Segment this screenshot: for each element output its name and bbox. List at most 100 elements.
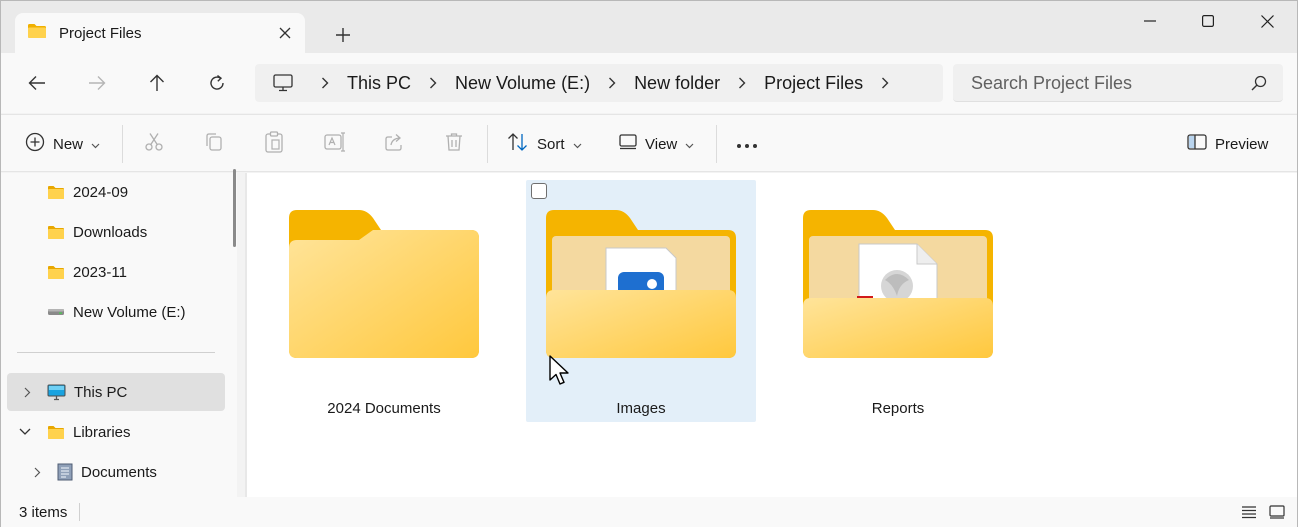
more-options-icon bbox=[736, 136, 758, 153]
new-button[interactable]: New bbox=[25, 129, 100, 159]
sort-button[interactable]: Sort bbox=[507, 129, 582, 159]
title-bar: Project Files bbox=[1, 1, 1297, 53]
computer-icon[interactable] bbox=[273, 74, 293, 92]
address-bar[interactable]: This PC New Volume (E:) New folder Proje… bbox=[255, 64, 943, 102]
folder-item-2024-documents[interactable]: 2024 Documents bbox=[269, 180, 499, 422]
folder-icon bbox=[47, 425, 65, 440]
share-button[interactable] bbox=[384, 129, 404, 159]
folder-icon bbox=[47, 265, 65, 280]
copy-icon bbox=[204, 132, 224, 156]
chevron-right-icon[interactable] bbox=[863, 77, 907, 89]
preview-button-label: Preview bbox=[1215, 135, 1269, 153]
navigation-pane: 2024-09 Downloads 2023-11 New Volume (E:… bbox=[1, 173, 237, 497]
new-tab-button[interactable] bbox=[329, 21, 357, 49]
delete-icon bbox=[444, 132, 464, 156]
search-icon[interactable] bbox=[1251, 75, 1267, 96]
tab-label: Project Files bbox=[59, 24, 142, 42]
tab-close-icon[interactable] bbox=[273, 21, 297, 45]
folder-icon bbox=[47, 225, 65, 240]
toolbar-divider bbox=[122, 125, 123, 163]
toolbar-divider bbox=[487, 125, 488, 163]
chevron-right-icon[interactable] bbox=[590, 77, 634, 89]
sort-button-label: Sort bbox=[537, 135, 565, 153]
rename-button[interactable] bbox=[324, 129, 346, 159]
preview-pane-icon bbox=[1187, 134, 1207, 154]
tab-project-files[interactable]: Project Files bbox=[15, 13, 305, 53]
cut-icon bbox=[144, 132, 164, 156]
folder-name: Images bbox=[616, 400, 666, 417]
up-arrow-icon[interactable] bbox=[141, 67, 173, 99]
sidebar-item-documents[interactable]: Documents bbox=[7, 453, 225, 491]
copy-button[interactable] bbox=[204, 129, 224, 159]
search-box[interactable] bbox=[953, 64, 1283, 102]
refresh-icon[interactable] bbox=[201, 67, 233, 99]
monitor-icon bbox=[47, 384, 66, 401]
sidebar-item-downloads[interactable]: Downloads bbox=[7, 213, 225, 251]
sidebar-item-label: Libraries bbox=[73, 423, 131, 441]
preview-button[interactable]: Preview bbox=[1187, 129, 1268, 159]
folder-icon bbox=[47, 185, 65, 200]
new-button-label: New bbox=[53, 135, 84, 153]
folder-item-reports[interactable]: Reports bbox=[783, 180, 1013, 422]
document-folder-icon bbox=[803, 210, 993, 358]
sidebar-divider bbox=[17, 352, 215, 353]
sidebar-scrollbar[interactable] bbox=[233, 169, 236, 247]
address-row: This PC New Volume (E:) New folder Proje… bbox=[1, 53, 1297, 113]
chevron-right-icon[interactable] bbox=[303, 77, 347, 89]
sidebar-item-label: Downloads bbox=[73, 223, 148, 241]
chevron-down-icon bbox=[573, 136, 582, 153]
folder-name: Reports bbox=[871, 400, 925, 417]
minimize-icon[interactable] bbox=[1127, 5, 1173, 37]
large-icons-view-icon[interactable] bbox=[1269, 505, 1285, 524]
chevron-right-icon[interactable] bbox=[19, 384, 35, 400]
view-icon bbox=[619, 134, 637, 154]
breadcrumb-new-folder[interactable]: New folder bbox=[634, 73, 720, 94]
cut-button[interactable] bbox=[144, 129, 164, 159]
more-options-button[interactable] bbox=[736, 129, 758, 159]
sidebar-item-label: 2024-09 bbox=[73, 183, 129, 201]
mouse-cursor-icon bbox=[549, 355, 569, 385]
drive-icon bbox=[47, 307, 65, 317]
sidebar-item-label: This PC bbox=[74, 383, 128, 401]
chevron-right-icon[interactable] bbox=[411, 77, 455, 89]
paste-button[interactable] bbox=[264, 129, 284, 159]
search-input[interactable] bbox=[971, 73, 1241, 94]
file-explorer-window: Project Files This PC New Volume (E:) Ne… bbox=[0, 0, 1298, 527]
chevron-down-icon bbox=[91, 136, 100, 153]
folder-icon bbox=[27, 23, 47, 44]
folder-name: 2024 Documents bbox=[327, 400, 441, 417]
sidebar-item-this-pc[interactable]: This PC bbox=[7, 373, 225, 411]
image-folder-icon bbox=[546, 210, 736, 358]
status-bar: 3 items bbox=[1, 497, 1297, 527]
paste-icon bbox=[264, 131, 284, 157]
command-bar: New Sort View Preview bbox=[1, 114, 1297, 172]
breadcrumb-project-files[interactable]: Project Files bbox=[764, 73, 863, 94]
view-button-label: View bbox=[645, 135, 678, 153]
file-list: 2024 Documents Images Reports bbox=[247, 173, 1297, 497]
details-view-icon[interactable] bbox=[1241, 505, 1257, 524]
toolbar-divider bbox=[716, 125, 717, 163]
view-button[interactable]: View bbox=[619, 129, 694, 159]
sidebar-item-2023-11[interactable]: 2023-11 bbox=[7, 253, 225, 291]
breadcrumb-new-volume[interactable]: New Volume (E:) bbox=[455, 73, 590, 94]
sidebar-item-2024-09[interactable]: 2024-09 bbox=[7, 173, 225, 211]
chevron-right-icon[interactable] bbox=[720, 77, 764, 89]
forward-arrow-icon[interactable] bbox=[81, 67, 113, 99]
sidebar-item-label: New Volume (E:) bbox=[73, 303, 186, 321]
rename-icon bbox=[324, 132, 346, 156]
sidebar-item-label: 2023-11 bbox=[73, 263, 127, 281]
sort-icon bbox=[507, 132, 529, 156]
maximize-icon[interactable] bbox=[1185, 5, 1231, 37]
large-folder-icon bbox=[289, 210, 479, 358]
delete-button[interactable] bbox=[444, 129, 464, 159]
breadcrumb-this-pc[interactable]: This PC bbox=[347, 73, 411, 94]
sidebar-item-new-volume[interactable]: New Volume (E:) bbox=[7, 293, 225, 331]
chevron-right-icon[interactable] bbox=[29, 464, 45, 480]
back-arrow-icon[interactable] bbox=[21, 67, 53, 99]
item-checkbox[interactable] bbox=[531, 183, 547, 199]
chevron-down-icon[interactable] bbox=[17, 424, 33, 440]
item-count: 3 items bbox=[19, 504, 68, 521]
sidebar-item-libraries[interactable]: Libraries bbox=[7, 413, 225, 451]
share-icon bbox=[384, 132, 404, 156]
close-window-icon[interactable] bbox=[1244, 5, 1290, 37]
